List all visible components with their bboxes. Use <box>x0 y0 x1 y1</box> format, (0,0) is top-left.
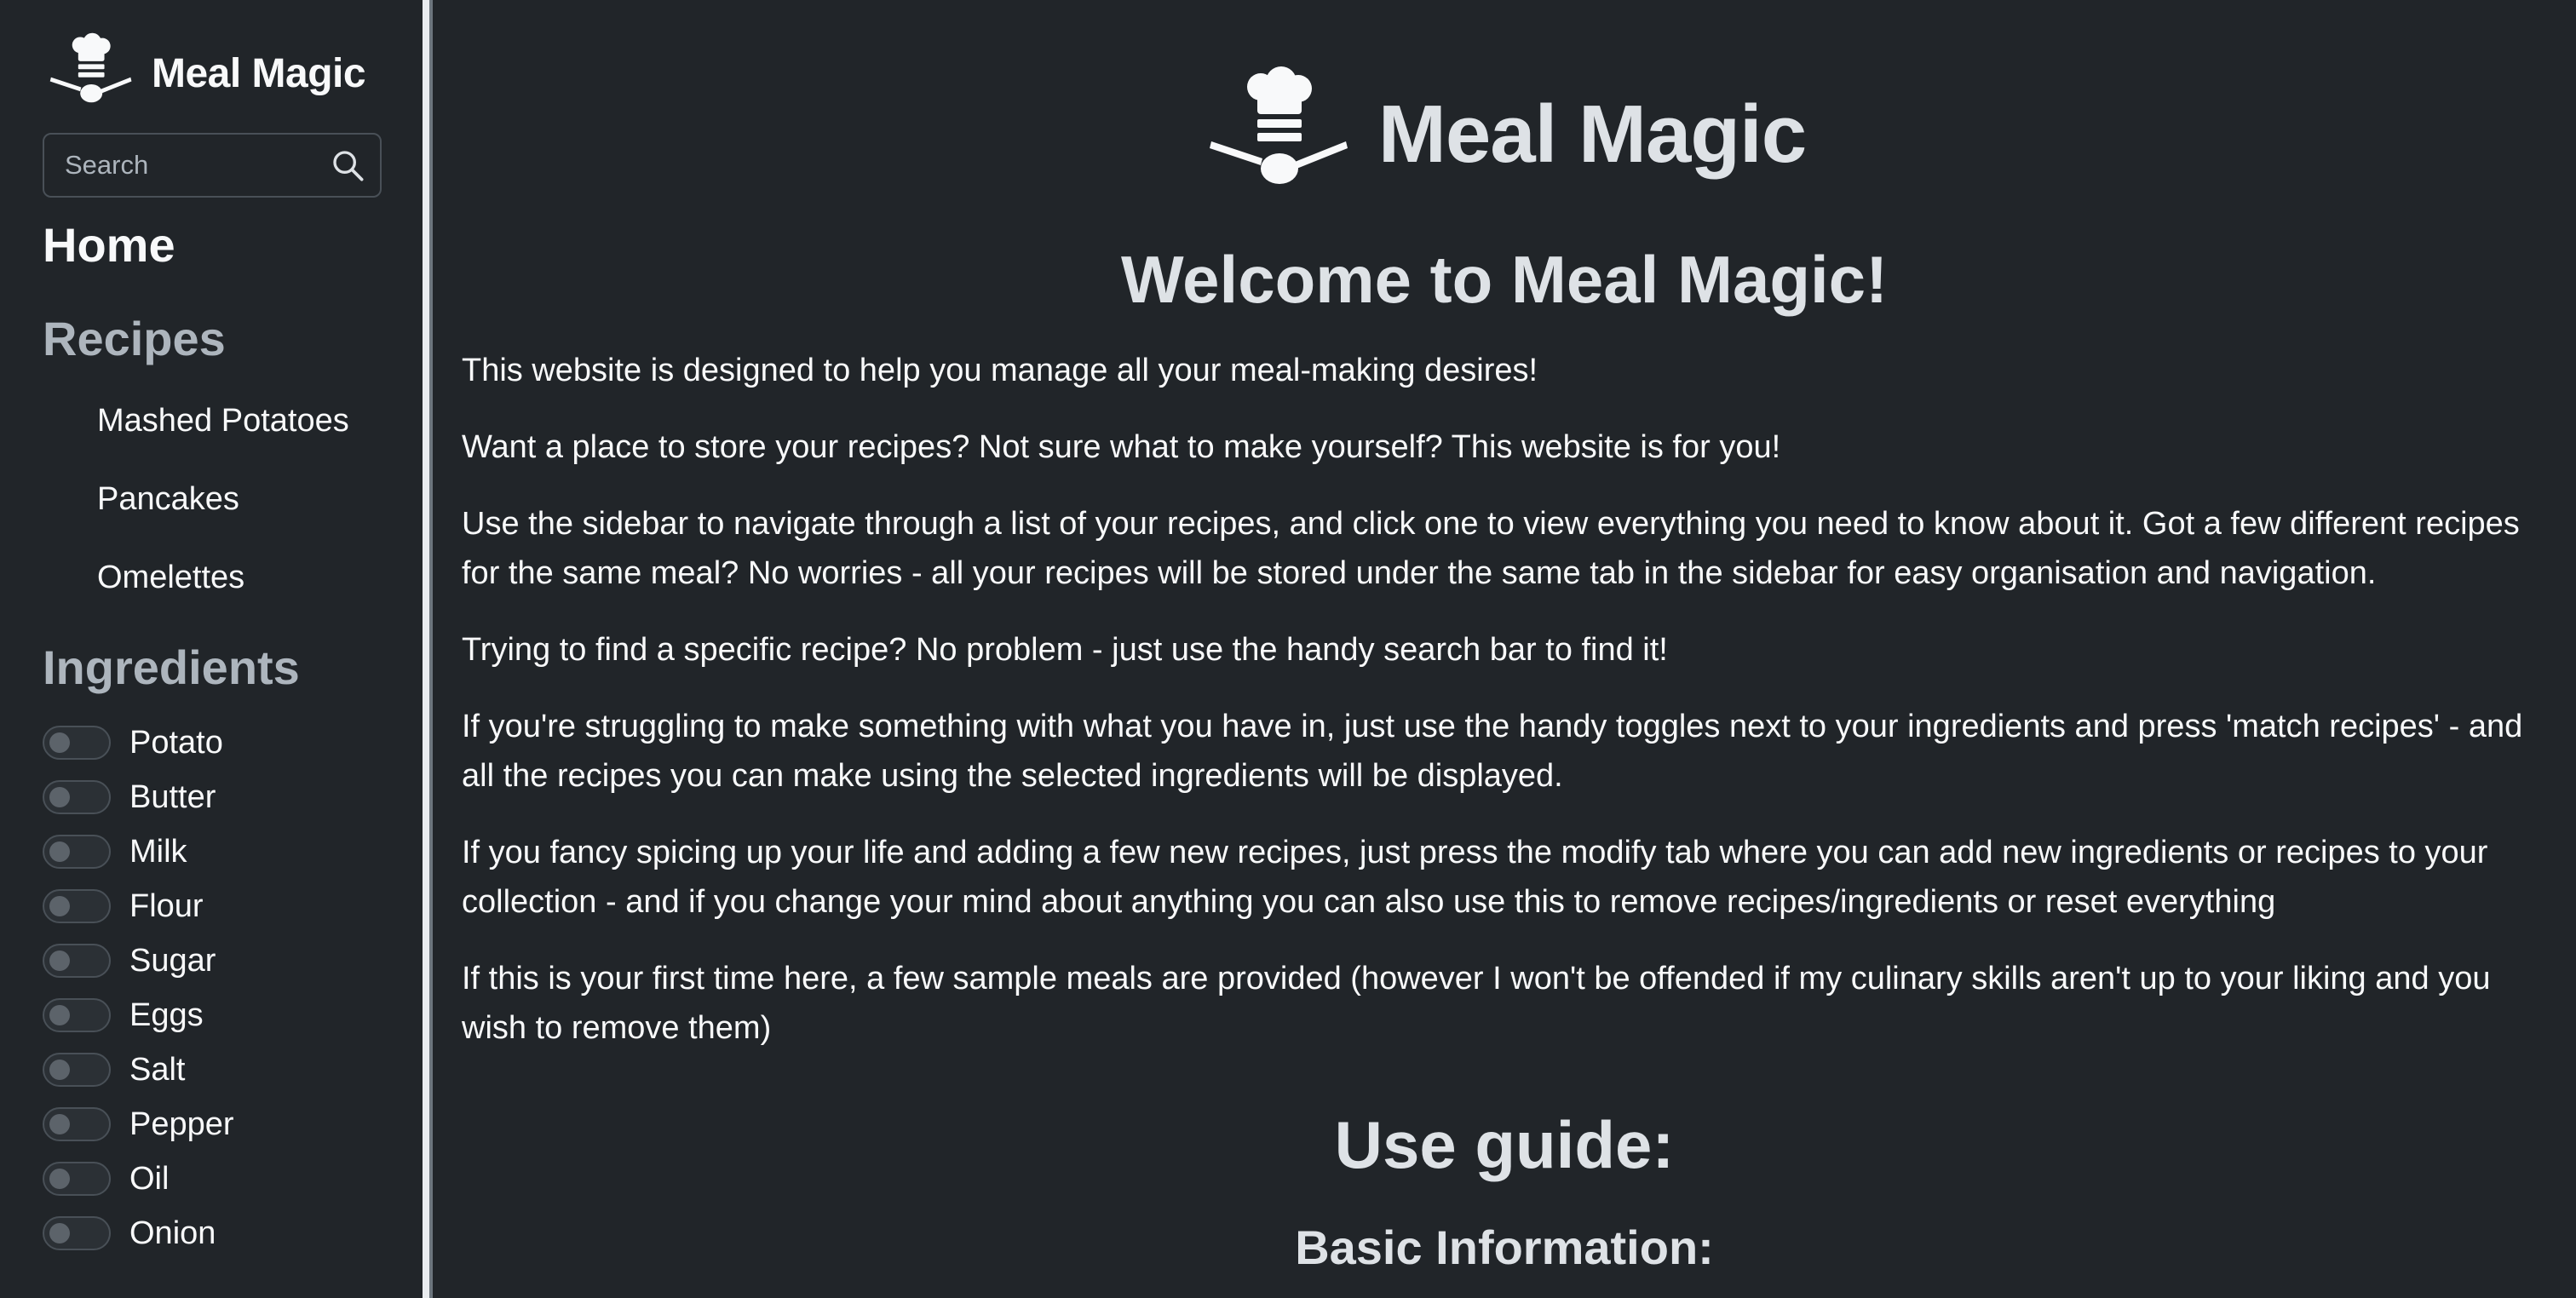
ingredient-toggle-eggs[interactable] <box>43 998 111 1032</box>
recipe-item-pancakes[interactable]: Pancakes <box>97 460 423 538</box>
ingredients-heading: Ingredients <box>43 640 300 694</box>
sidebar-brand[interactable]: Meal Magic <box>43 31 423 116</box>
ingredient-item: Salt <box>43 1042 423 1097</box>
sidebar-brand-name: Meal Magic <box>152 50 366 96</box>
search-icon[interactable] <box>331 148 365 182</box>
hero-brand-name: Meal Magic <box>1377 89 1807 180</box>
ingredient-toggle-flour[interactable] <box>43 889 111 923</box>
recipe-item-mashed-potatoes[interactable]: Mashed Potatoes <box>97 382 423 460</box>
ingredient-label: Potato <box>129 724 223 761</box>
ingredient-label: Eggs <box>129 996 204 1033</box>
ingredient-label: Sugar <box>129 942 216 979</box>
ingredient-label: Salt <box>129 1051 186 1088</box>
intro-paragraph: If you fancy spicing up your life and ad… <box>462 835 2488 920</box>
ingredient-toggle-potato[interactable] <box>43 726 111 760</box>
intro-paragraph: Want a place to store your recipes? Not … <box>462 429 1781 465</box>
ingredient-toggle-oil[interactable] <box>43 1162 111 1196</box>
recipe-list: Mashed Potatoes Pancakes Omelettes <box>43 382 423 617</box>
ingredient-item: Oil <box>43 1152 423 1206</box>
ingredient-item: Sugar <box>43 933 423 988</box>
ingredient-toggle-milk[interactable] <box>43 835 111 869</box>
ingredient-label: Milk <box>129 833 187 870</box>
search-input[interactable] <box>44 135 325 196</box>
chef-hat-spoon-icon <box>1209 66 1348 184</box>
intro-paragraph: This website is designed to help you man… <box>462 353 1538 388</box>
chef-hat-spoon-icon <box>49 32 132 103</box>
ingredient-list: Potato Butter Milk Flour Sugar Eggs Salt <box>43 715 423 1261</box>
basic-info-heading: Basic Information: <box>1295 1220 1714 1274</box>
ingredient-item: Milk <box>43 824 423 879</box>
ingredient-label: Pepper <box>129 1106 234 1142</box>
ingredient-toggle-sugar[interactable] <box>43 944 111 978</box>
intro-paragraph: Trying to find a specific recipe? No pro… <box>462 632 1668 668</box>
intro-paragraph: Use the sidebar to navigate through a li… <box>462 506 2520 591</box>
search-box <box>43 133 382 198</box>
intro-paragraph: If you're struggling to make something w… <box>462 709 2523 794</box>
ingredient-label: Onion <box>129 1215 216 1251</box>
ingredient-item: Onion <box>43 1206 423 1261</box>
ingredient-item: Eggs <box>43 988 423 1042</box>
sidebar: Meal Magic Home Recipes Mashed Potatoes … <box>0 0 423 1298</box>
use-guide-heading: Use guide: <box>1334 1107 1675 1182</box>
ingredient-label: Butter <box>129 778 216 815</box>
ingredient-toggle-salt[interactable] <box>43 1053 111 1087</box>
ingredient-item: Pepper <box>43 1097 423 1152</box>
sidebar-divider <box>423 0 429 1298</box>
ingredient-toggle-onion[interactable] <box>43 1216 111 1250</box>
ingredient-item: Butter <box>43 770 423 824</box>
recipe-item-omelettes[interactable]: Omelettes <box>97 538 423 617</box>
welcome-heading: Welcome to Meal Magic! <box>1120 242 1889 317</box>
ingredient-item: Flour <box>43 879 423 933</box>
ingredient-label: Flour <box>129 887 204 924</box>
ingredient-toggle-pepper[interactable] <box>43 1107 111 1141</box>
intro-paragraph: If this is your first time here, a few s… <box>462 961 2491 1046</box>
nav-home-link[interactable]: Home <box>43 213 423 278</box>
ingredient-item: Potato <box>43 715 423 770</box>
hero-brand: Meal Magic <box>462 66 2547 203</box>
ingredient-toggle-butter[interactable] <box>43 780 111 814</box>
main-content: Meal Magic Welcome to Meal Magic! This w… <box>433 0 2576 1298</box>
ingredient-label: Oil <box>129 1160 170 1197</box>
recipes-heading: Recipes <box>43 312 226 365</box>
